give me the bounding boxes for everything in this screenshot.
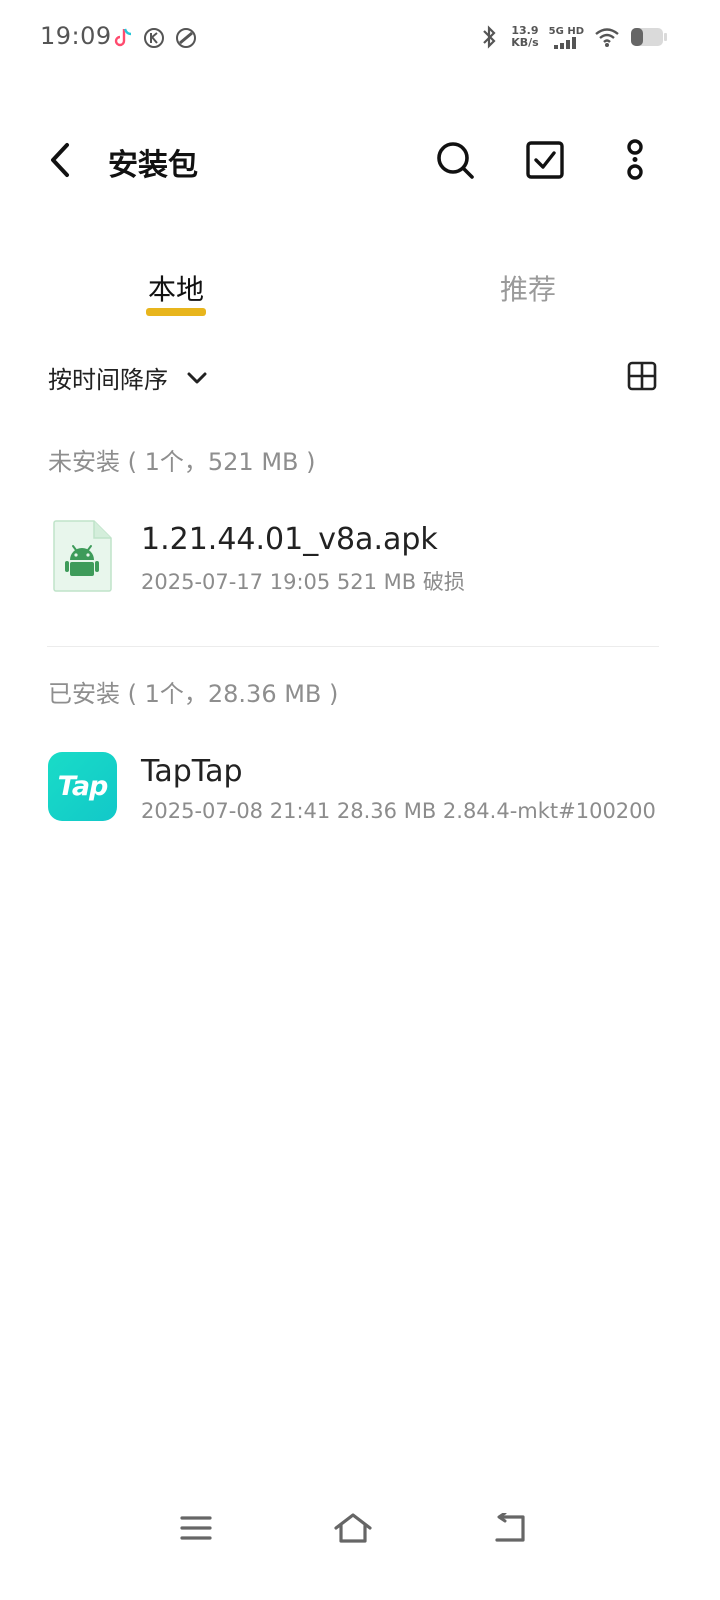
wifi-icon bbox=[595, 28, 619, 47]
checkbox-icon bbox=[526, 141, 564, 179]
page-title: 安装包 bbox=[108, 148, 198, 183]
sort-label: 按时间降序 bbox=[48, 366, 168, 394]
grid-view-button[interactable] bbox=[624, 358, 660, 394]
status-system-icons: 13.9 KB/s 5G HD bbox=[479, 24, 668, 50]
item-meta: 2025-07-08 21:41 28.36 MB 2.84.4-mkt#100… bbox=[141, 799, 656, 823]
back-arrow-icon bbox=[495, 1513, 525, 1542]
taptap-app-icon: Tap bbox=[48, 752, 117, 821]
status-notification-icons bbox=[112, 26, 198, 50]
android-apk-icon bbox=[53, 520, 112, 592]
network-speed: 13.9 KB/s bbox=[511, 24, 539, 49]
signal-label: 5G HD bbox=[548, 25, 584, 37]
status-time: 19:09 bbox=[40, 22, 112, 50]
chevron-down-icon bbox=[187, 372, 207, 383]
home-icon bbox=[334, 1513, 372, 1543]
section-divider bbox=[47, 646, 659, 647]
tab-local[interactable]: 本地 bbox=[148, 268, 204, 308]
search-icon bbox=[437, 142, 474, 179]
item-name: 1.21.44.01_v8a.apk bbox=[141, 522, 438, 557]
bluetooth-icon bbox=[483, 25, 496, 49]
battery-icon bbox=[631, 28, 667, 46]
sort-dropdown[interactable]: 按时间降序 bbox=[48, 360, 208, 395]
menu-icon bbox=[180, 1516, 212, 1540]
more-vertical-icon bbox=[627, 139, 643, 180]
grid-view-icon bbox=[627, 361, 657, 391]
sync-app-icon bbox=[176, 28, 196, 48]
tiktok-icon bbox=[114, 28, 132, 47]
section-title-installed: 已安装 ( 1个，28.36 MB ) bbox=[48, 680, 339, 708]
tab-recommend[interactable]: 推荐 bbox=[500, 268, 556, 308]
item-meta: 2025-07-17 19:05 521 MB 破损 bbox=[141, 570, 465, 594]
more-options-button[interactable] bbox=[611, 136, 659, 184]
chevron-left-icon bbox=[51, 143, 69, 177]
k-app-icon bbox=[144, 28, 164, 48]
cellular-signal: 5G HD bbox=[549, 26, 584, 49]
nav-back-button[interactable] bbox=[480, 1500, 540, 1556]
search-button[interactable] bbox=[431, 136, 479, 184]
item-name: TapTap bbox=[141, 754, 243, 789]
taptap-logo-text: Tap bbox=[57, 771, 109, 802]
section-title-not-installed: 未安装 ( 1个，521 MB ) bbox=[48, 448, 316, 476]
tab-active-indicator bbox=[146, 308, 206, 316]
nav-menu-button[interactable] bbox=[166, 1500, 226, 1556]
select-button[interactable] bbox=[521, 136, 569, 184]
list-item[interactable]: 1.21.44.01_v8a.apk 2025-07-17 19:05 521 … bbox=[0, 500, 720, 610]
back-button[interactable] bbox=[40, 138, 80, 182]
signal-bars-icon bbox=[554, 36, 577, 49]
nav-home-button[interactable] bbox=[323, 1500, 383, 1556]
list-item[interactable]: Tap TapTap 2025-07-08 21:41 28.36 MB 2.8… bbox=[0, 734, 720, 844]
